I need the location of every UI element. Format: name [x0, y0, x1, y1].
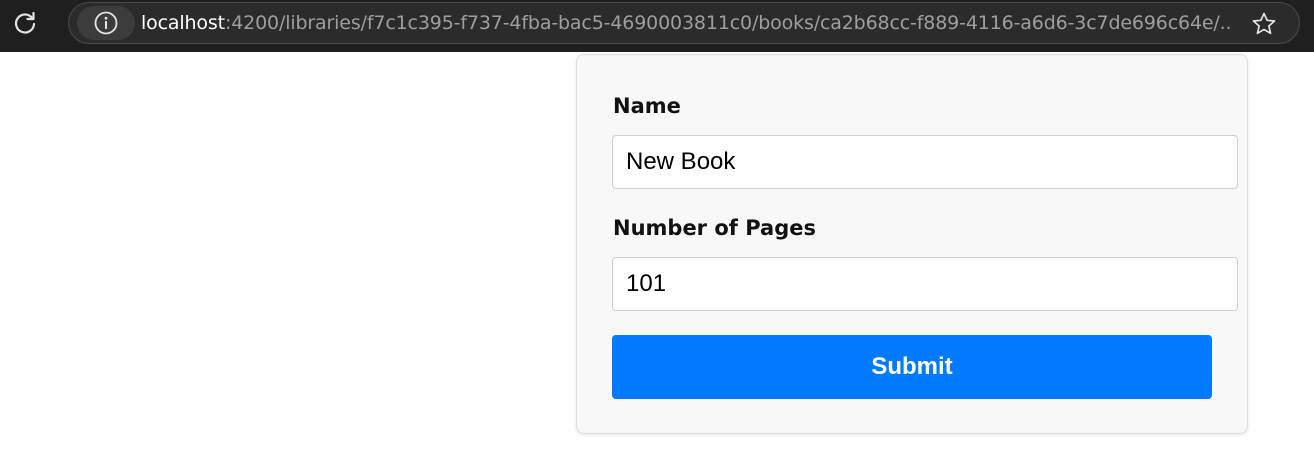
- submit-button[interactable]: Submit: [612, 335, 1212, 399]
- reload-button[interactable]: [8, 6, 42, 40]
- url-host: localhost: [141, 12, 225, 34]
- pages-input[interactable]: [612, 257, 1238, 311]
- address-bar[interactable]: localhost:4200/libraries/f7c1c395-f737-4…: [68, 2, 1300, 44]
- reload-icon: [14, 11, 36, 34]
- url-text[interactable]: localhost:4200/libraries/f7c1c395-f737-4…: [141, 3, 1231, 43]
- bookmark-button[interactable]: [1249, 9, 1279, 39]
- pages-label: Number of Pages: [613, 216, 816, 240]
- site-info-button[interactable]: [77, 6, 135, 40]
- book-form-card: Name Number of Pages Submit: [576, 54, 1248, 434]
- url-path: :4200/libraries/f7c1c395-f737-4fba-bac5-…: [224, 12, 1231, 34]
- browser-toolbar: localhost:4200/libraries/f7c1c395-f737-4…: [0, 0, 1314, 52]
- name-label: Name: [613, 94, 681, 118]
- name-input[interactable]: [612, 135, 1238, 189]
- star-icon: [1252, 12, 1276, 35]
- info-icon: [94, 11, 118, 35]
